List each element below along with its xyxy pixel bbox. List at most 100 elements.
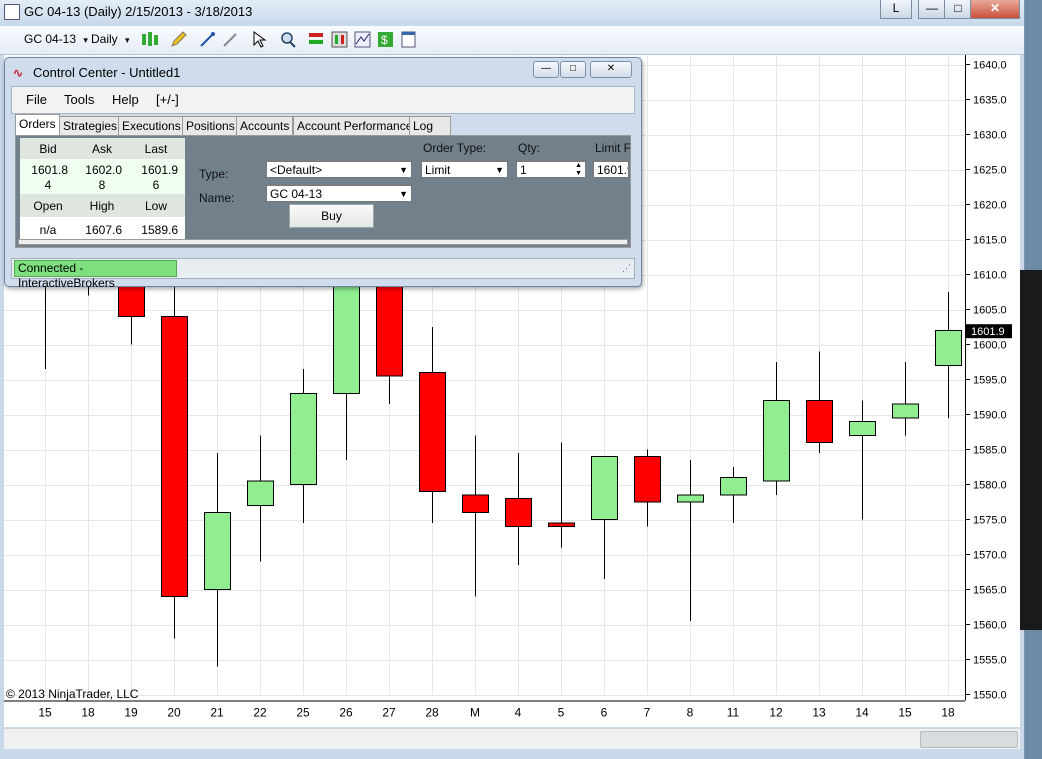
zoom-icon[interactable] [279, 31, 296, 48]
connection-status: Connected - InteractiveBrokers [14, 260, 177, 290]
window-title: GC 04-13 (Daily) 2/15/2013 - 3/18/2013 [24, 4, 253, 19]
order-type-dropdown[interactable]: Limit ▼ [421, 161, 508, 178]
cc-close-button[interactable]: ✕ [590, 61, 632, 78]
y-tick-label: 1610.0 [973, 270, 1007, 282]
y-tick-label: 1555.0 [973, 655, 1007, 667]
candle-body [462, 494, 489, 513]
candle-body [806, 400, 833, 443]
chevron-down-icon: ▼ [399, 189, 408, 199]
tab-log[interactable]: Log [409, 116, 451, 135]
y-tick-label: 1640.0 [973, 60, 1007, 72]
last-price: 1601.9 [141, 163, 178, 177]
candle-body [247, 480, 274, 506]
candle-body [290, 393, 317, 485]
bid-size: 4 [44, 178, 52, 192]
ninjatrader-logo-icon: ∿ [13, 66, 24, 80]
low-value: 1589.6 [141, 223, 178, 237]
menu-file[interactable]: File [26, 92, 47, 107]
dollar-icon[interactable]: $ [377, 31, 394, 48]
x-tick-label: 13 [812, 706, 826, 720]
name-value: GC 04-13 [270, 187, 323, 201]
last-header: Last [144, 142, 168, 156]
tab-orders[interactable]: Orders [15, 114, 60, 135]
x-tick-label: 18 [941, 706, 955, 720]
y-tick-label: 1580.0 [973, 480, 1007, 492]
chevron-down-icon: ▼ [399, 165, 408, 175]
menu-help[interactable]: Help [112, 92, 139, 107]
cc-minimize-button[interactable]: — [533, 61, 559, 78]
cc-maximize-button[interactable]: □ [560, 61, 586, 78]
name-label: Name: [199, 191, 235, 205]
x-tick-label: 22 [253, 706, 267, 720]
candle-body [591, 456, 618, 520]
close-button[interactable]: ✕ [970, 0, 1020, 19]
x-tick-label: 14 [855, 706, 869, 720]
instrument-selector[interactable]: GC 04-13 ▾ [24, 32, 88, 46]
pointer-icon[interactable] [251, 31, 268, 48]
x-tick-label: 4 [515, 706, 522, 720]
resize-grip-icon[interactable]: ⋰ [622, 263, 631, 274]
properties-icon[interactable] [400, 31, 417, 48]
l-button[interactable]: L [880, 0, 912, 19]
menu-tools[interactable]: Tools [64, 92, 94, 107]
tab-accounts[interactable]: Accounts [236, 116, 294, 135]
x-tick-label: 11 [727, 706, 740, 720]
y-tick-label: 1620.0 [973, 200, 1007, 212]
chart-toolbar: GC 04-13 ▾ Daily ▾ $ [0, 26, 1024, 55]
high-value: 1607.6 [85, 223, 122, 237]
chevron-down-icon: ▾ [125, 35, 130, 45]
candle-body [677, 494, 704, 503]
horizontal-scrollbar[interactable] [4, 728, 1020, 749]
period-selector[interactable]: Daily ▾ [91, 32, 130, 46]
stepper-arrows-icon[interactable]: ▲ ▼ [575, 162, 582, 178]
candle-body [720, 477, 747, 496]
candle-body [849, 421, 876, 436]
drawing-tool-icon[interactable] [199, 31, 216, 48]
y-tick-label: 1565.0 [973, 585, 1007, 597]
tab-executions[interactable]: Executions [118, 116, 185, 135]
x-tick-label: 20 [167, 706, 181, 720]
x-tick-label: 26 [339, 706, 353, 720]
cc-menu-bar: File Tools Help [+/-] [11, 86, 635, 114]
type-label: Type: [199, 167, 229, 181]
low-header: Low [144, 199, 167, 213]
order-entry-panel: Bid Ask Last 1601.8 1602.0 1601.9 4 8 6 … [15, 135, 631, 248]
indicator-icon[interactable] [354, 31, 371, 48]
quote-box: Bid Ask Last 1601.8 1602.0 1601.9 4 8 6 … [20, 138, 185, 244]
order-type-label: Order Type: [423, 141, 487, 155]
tab-account-performance[interactable]: Account Performance [293, 116, 417, 135]
remove-drawing-icon[interactable] [222, 31, 239, 48]
orders-icon[interactable] [308, 31, 325, 48]
y-tick-label: 1575.0 [973, 515, 1007, 527]
x-tick-label: 15 [898, 706, 912, 720]
y-tick-label: 1630.0 [973, 130, 1007, 142]
y-tick-label: 1550.0 [973, 690, 1007, 702]
open-header: Open [33, 199, 63, 213]
type-dropdown[interactable]: <Default> ▼ [266, 161, 412, 178]
chart-style-icon[interactable] [141, 31, 158, 48]
svg-text:$: $ [381, 33, 388, 47]
chevron-down-icon: ▼ [495, 165, 504, 175]
x-tick-label: 18 [81, 706, 95, 720]
qty-stepper[interactable]: 1 ▲ ▼ [516, 161, 586, 178]
control-center-window[interactable]: ∿ Control Center - Untitled1 — □ ✕ File … [4, 57, 642, 290]
candle-body [935, 330, 962, 366]
name-dropdown[interactable]: GC 04-13 ▼ [266, 185, 412, 202]
pencil-icon[interactable] [170, 31, 187, 48]
tab-strategies[interactable]: Strategies [59, 116, 122, 135]
maximize-button[interactable]: □ [944, 0, 972, 19]
y-tick-label: 1595.0 [973, 375, 1007, 387]
scrollbar-thumb[interactable] [920, 731, 1018, 748]
minimize-button[interactable]: — [918, 0, 946, 19]
cc-tab-bar: Orders Strategies Executions Positions A… [11, 114, 633, 136]
tab-positions[interactable]: Positions [182, 116, 239, 135]
candle-body [161, 316, 188, 597]
title-bar[interactable]: GC 04-13 (Daily) 2/15/2013 - 3/18/2013 L… [0, 0, 1024, 24]
limit-price-field[interactable]: 1601.9 [593, 161, 629, 178]
panel-scrollbar[interactable] [18, 239, 628, 245]
menu-expand[interactable]: [+/-] [156, 92, 179, 107]
x-tick-label: M [470, 706, 480, 720]
buy-button[interactable]: Buy [289, 204, 374, 228]
strategy-icon[interactable] [331, 31, 348, 48]
candle-body [634, 456, 661, 503]
